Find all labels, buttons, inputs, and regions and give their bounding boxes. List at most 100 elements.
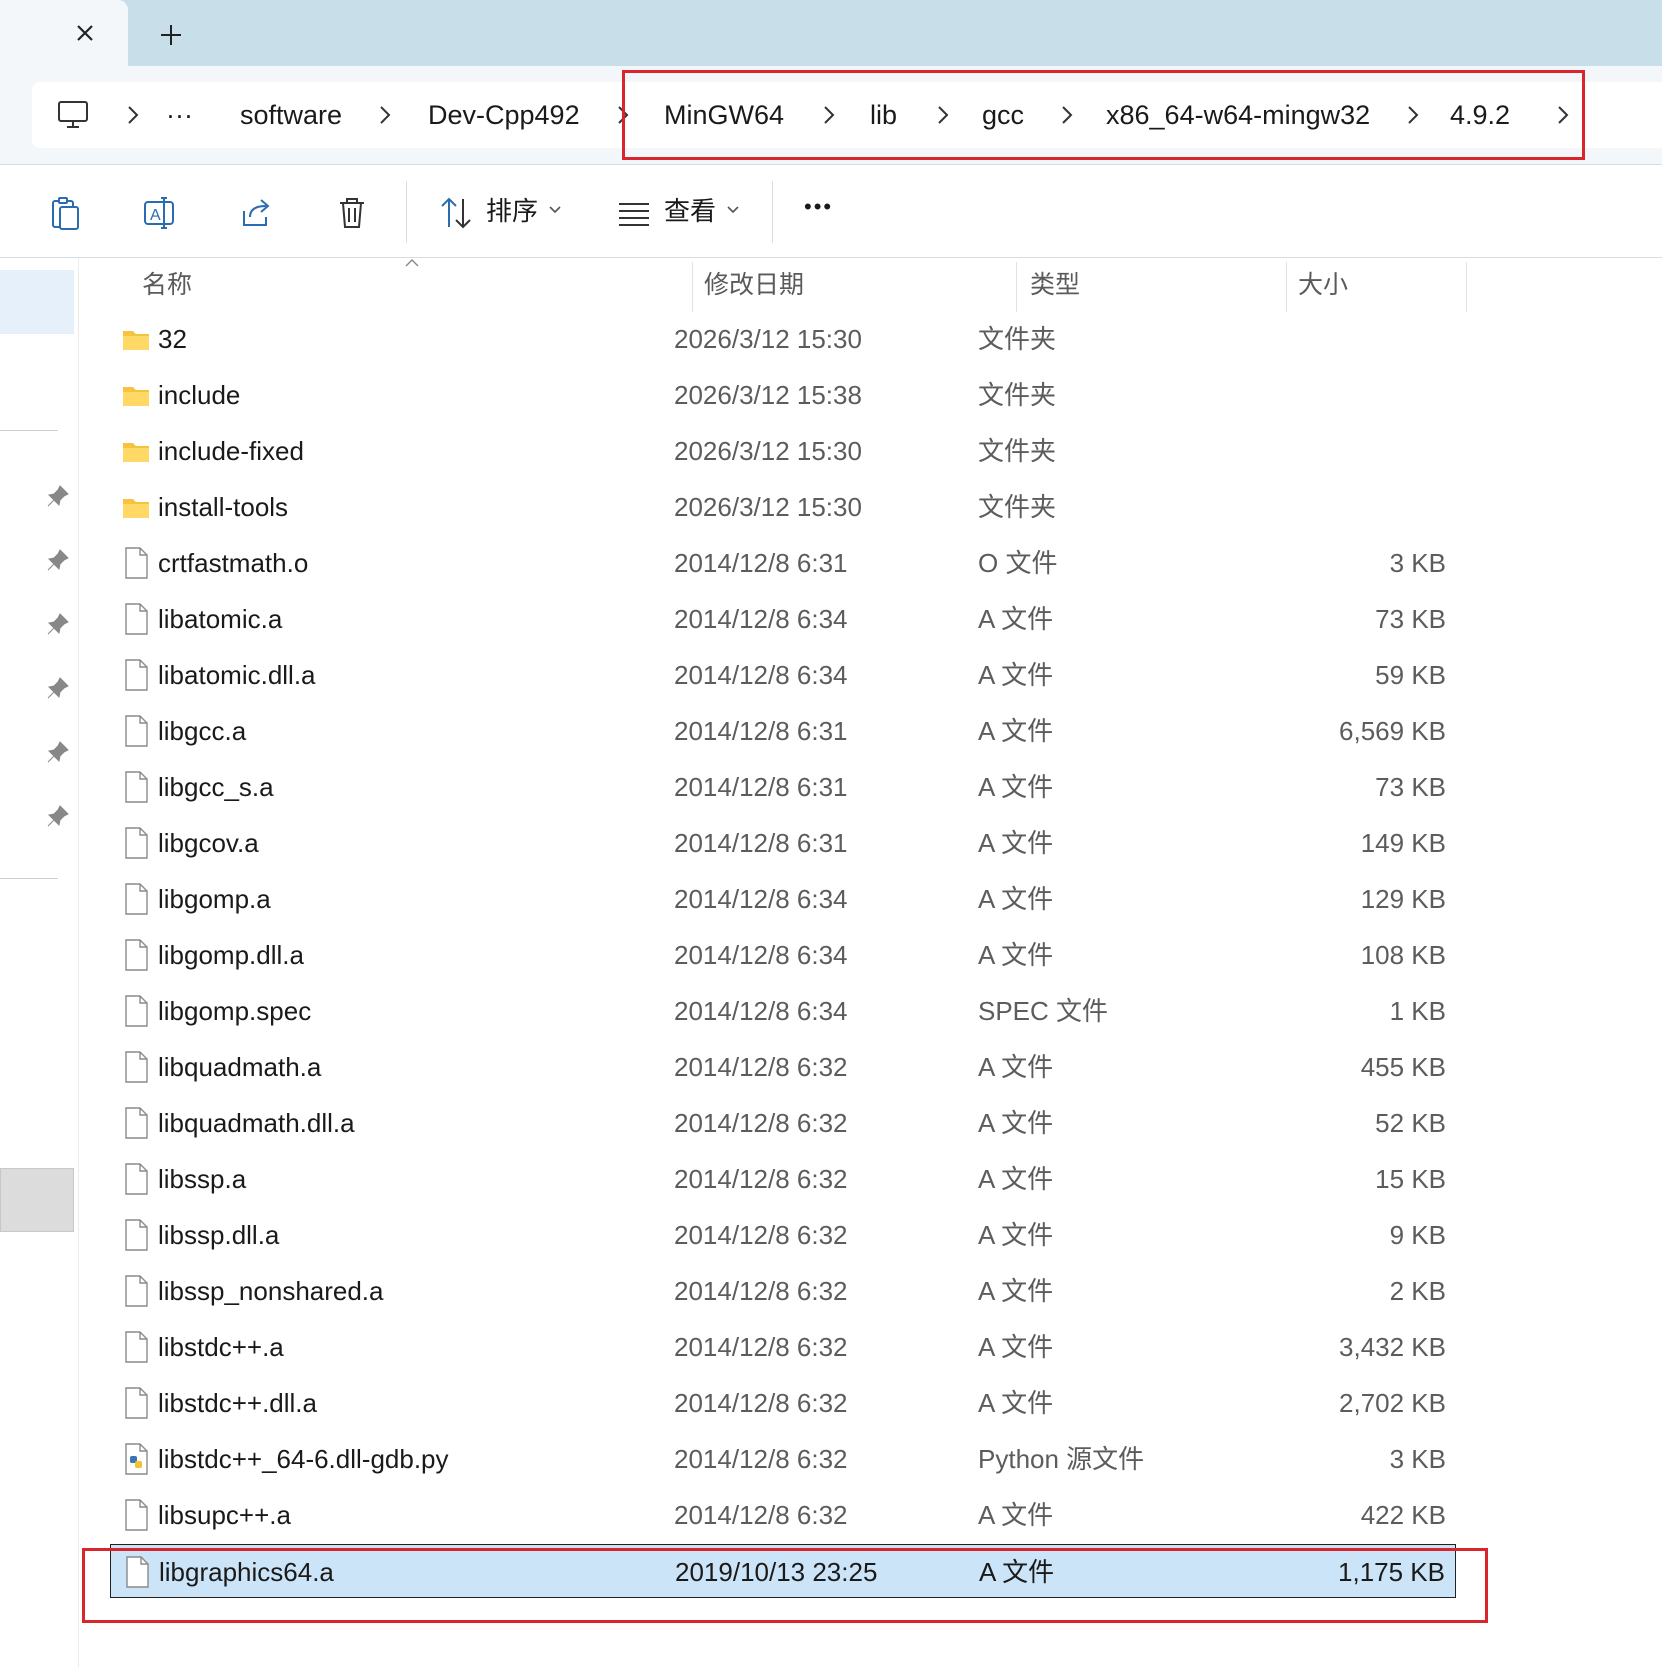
pin-icon[interactable] xyxy=(46,548,70,572)
file-type: Python 源文件 xyxy=(978,1444,1145,1474)
close-icon[interactable] xyxy=(68,16,102,50)
sort-icon[interactable] xyxy=(438,195,474,231)
folder-icon xyxy=(122,491,150,523)
file-name: libsupc++.a xyxy=(158,1500,291,1530)
address-bar[interactable]: ··· software Dev-Cpp492 MinGW64 lib gcc … xyxy=(32,82,1662,148)
file-row[interactable]: libgomp.dll.a 2014/12/8 6:34 A 文件 108 KB xyxy=(110,928,1456,982)
chevron-right-icon[interactable] xyxy=(1556,104,1570,126)
file-type: SPEC 文件 xyxy=(978,996,1109,1026)
file-row[interactable]: libgcc.a 2014/12/8 6:31 A 文件 6,569 KB xyxy=(110,704,1456,758)
chevron-right-icon[interactable] xyxy=(378,104,392,126)
file-date: 2014/12/8 6:34 xyxy=(674,604,848,634)
file-row-selected[interactable]: libgraphics64.a 2019/10/13 23:25 A 文件 1,175… xyxy=(110,1544,1456,1598)
chevron-right-icon[interactable] xyxy=(1406,104,1420,126)
column-divider[interactable] xyxy=(1286,262,1287,312)
pin-icon[interactable] xyxy=(46,740,70,764)
file-row[interactable]: libstdc++_64-6.dll-gdb.py 2014/12/8 6:32 P… xyxy=(110,1432,1456,1486)
file-icon xyxy=(122,1107,150,1139)
breadcrumb-ellipsis[interactable]: ··· xyxy=(166,93,193,137)
rename-icon[interactable]: A xyxy=(142,195,178,231)
file-size: 3 KB xyxy=(1389,548,1446,578)
column-header-type[interactable]: 类型 xyxy=(1030,258,1080,312)
file-size: 3,432 KB xyxy=(1339,1332,1446,1362)
column-divider[interactable] xyxy=(1466,262,1467,312)
file-row[interactable]: crtfastmath.o 2014/12/8 6:31 O 文件 3 KB xyxy=(110,536,1456,590)
copy-icon[interactable] xyxy=(48,195,84,231)
add-icon[interactable] xyxy=(154,18,188,52)
file-size: 422 KB xyxy=(1360,1500,1446,1530)
file-row[interactable]: libatomic.dll.a 2014/12/8 6:34 A 文件 59 KB xyxy=(110,648,1456,702)
file-row[interactable]: libquadmath.a 2014/12/8 6:32 A 文件 455 KB xyxy=(110,1040,1456,1094)
breadcrumb-mingw64[interactable]: MinGW64 xyxy=(664,93,784,137)
file-row[interactable]: libgomp.a 2014/12/8 6:34 A 文件 129 KB xyxy=(110,872,1456,926)
nav-selected-item[interactable] xyxy=(0,270,74,334)
file-row[interactable]: libssp_nonshared.a 2014/12/8 6:32 A 文件 2 KB xyxy=(110,1264,1456,1318)
file-name: libssp_nonshared.a xyxy=(158,1276,384,1306)
column-divider[interactable] xyxy=(692,262,693,312)
toolbar-separator xyxy=(772,181,773,243)
file-type: A 文件 xyxy=(978,772,1054,802)
file-row[interactable]: libquadmath.dll.a 2014/12/8 6:32 A 文件 52 KB xyxy=(110,1096,1456,1150)
file-row[interactable]: libssp.dll.a 2014/12/8 6:32 A 文件 9 KB xyxy=(110,1208,1456,1262)
nav-scrollbar-thumb[interactable] xyxy=(0,1168,74,1232)
chevron-right-icon[interactable] xyxy=(616,104,630,126)
column-header-name[interactable]: 名称 xyxy=(142,258,192,312)
file-size: 9 KB xyxy=(1389,1220,1446,1250)
breadcrumb-software[interactable]: software xyxy=(240,93,342,137)
file-row[interactable]: include-fixed 2026/3/12 15:30 文件夹 xyxy=(110,424,1456,478)
file-size: 6,569 KB xyxy=(1339,716,1446,746)
file-date: 2026/3/12 15:38 xyxy=(674,380,862,410)
file-date: 2026/3/12 15:30 xyxy=(674,436,862,466)
file-row[interactable]: install-tools 2026/3/12 15:30 文件夹 xyxy=(110,480,1456,534)
chevron-right-icon[interactable] xyxy=(822,104,836,126)
file-row[interactable]: 32 2026/3/12 15:30 文件夹 xyxy=(110,312,1456,366)
view-button[interactable]: 查看 xyxy=(664,193,716,229)
column-divider[interactable] xyxy=(1016,262,1017,312)
file-date: 2014/12/8 6:32 xyxy=(674,1332,848,1362)
file-icon xyxy=(122,1499,150,1531)
pin-icon[interactable] xyxy=(46,612,70,636)
file-name: include-fixed xyxy=(158,436,304,466)
pin-icon[interactable] xyxy=(46,804,70,828)
file-row[interactable]: include 2026/3/12 15:38 文件夹 xyxy=(110,368,1456,422)
breadcrumb-gcc[interactable]: gcc xyxy=(982,93,1024,137)
file-size: 15 KB xyxy=(1375,1164,1446,1194)
file-row[interactable]: libgomp.spec 2014/12/8 6:34 SPEC 文件 1 KB xyxy=(110,984,1456,1038)
breadcrumb-lib[interactable]: lib xyxy=(870,93,897,137)
file-name: libgomp.dll.a xyxy=(158,940,304,970)
file-icon xyxy=(122,1163,150,1195)
breadcrumb-dev-cpp492[interactable]: Dev-Cpp492 xyxy=(428,93,580,137)
this-pc-icon[interactable] xyxy=(56,100,90,130)
file-name: libstdc++_64-6.dll-gdb.py xyxy=(158,1444,449,1474)
breadcrumb-4-9-2[interactable]: 4.9.2 xyxy=(1450,93,1510,137)
file-row[interactable]: libstdc++.a 2014/12/8 6:32 A 文件 3,432 KB xyxy=(110,1320,1456,1374)
pin-icon[interactable] xyxy=(46,484,70,508)
command-bar: A 排序 查看 ••• xyxy=(0,165,1662,258)
file-type: A 文件 xyxy=(979,1557,1055,1587)
chevron-right-icon[interactable] xyxy=(126,104,140,126)
pin-icon[interactable] xyxy=(46,676,70,700)
chevron-down-icon[interactable] xyxy=(548,205,562,215)
breadcrumb-x86-64-w64-mingw32[interactable]: x86_64-w64-mingw32 xyxy=(1106,93,1370,137)
column-header-size[interactable]: 大小 xyxy=(1298,258,1348,312)
view-icon[interactable] xyxy=(616,195,652,231)
chevron-down-icon[interactable] xyxy=(726,205,740,215)
sort-button[interactable]: 排序 xyxy=(486,193,538,229)
file-type: A 文件 xyxy=(978,940,1054,970)
file-row[interactable]: libssp.a 2014/12/8 6:32 A 文件 15 KB xyxy=(110,1152,1456,1206)
file-row[interactable]: libsupc++.a 2014/12/8 6:32 A 文件 422 KB xyxy=(110,1488,1456,1542)
file-row[interactable]: libgcov.a 2014/12/8 6:31 A 文件 149 KB xyxy=(110,816,1456,870)
file-row[interactable]: libstdc++.dll.a 2014/12/8 6:32 A 文件 2,702 K… xyxy=(110,1376,1456,1430)
file-icon xyxy=(122,1331,150,1363)
more-options-button[interactable]: ••• xyxy=(804,189,833,225)
file-row[interactable]: libatomic.a 2014/12/8 6:34 A 文件 73 KB xyxy=(110,592,1456,646)
file-name: libgcov.a xyxy=(158,828,259,858)
share-icon[interactable] xyxy=(238,195,274,231)
file-size: 455 KB xyxy=(1360,1052,1446,1082)
chevron-right-icon[interactable] xyxy=(1060,104,1074,126)
column-header-date[interactable]: 修改日期 xyxy=(704,258,804,312)
tab[interactable] xyxy=(0,0,128,66)
delete-icon[interactable] xyxy=(334,195,370,231)
file-row[interactable]: libgcc_s.a 2014/12/8 6:31 A 文件 73 KB xyxy=(110,760,1456,814)
chevron-right-icon[interactable] xyxy=(936,104,950,126)
